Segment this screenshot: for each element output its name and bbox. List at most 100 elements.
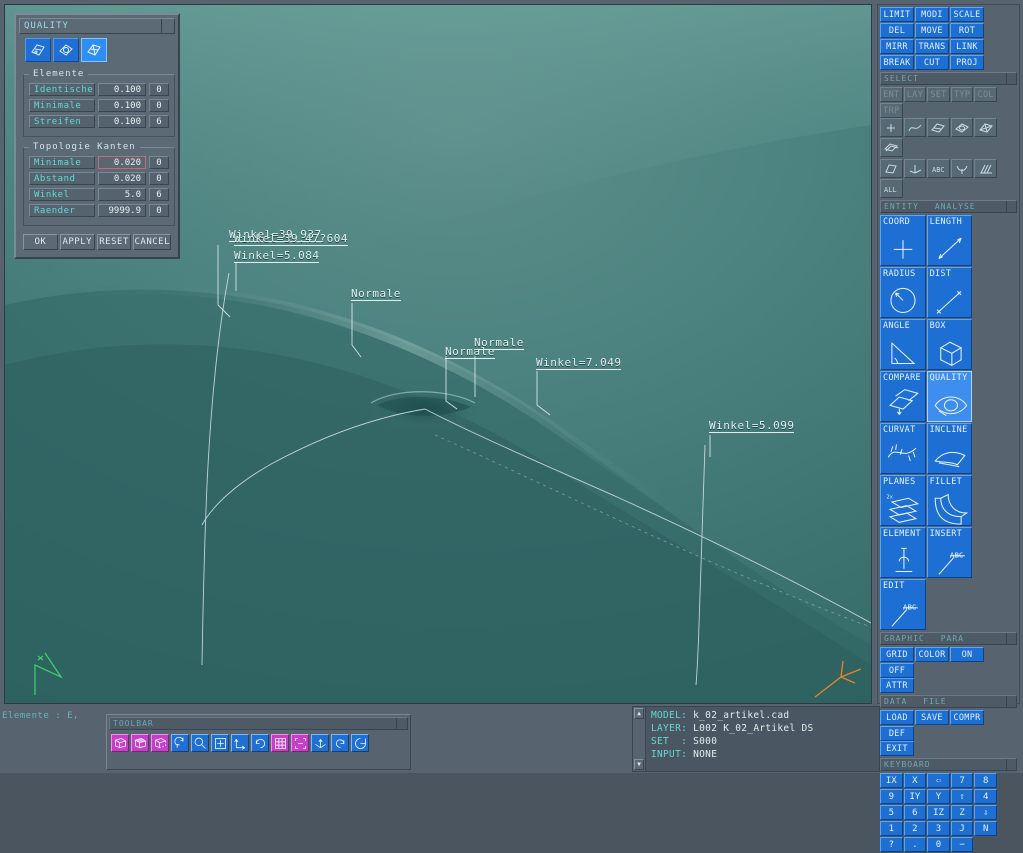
data-button-save[interactable]: SAVE <box>915 710 949 725</box>
analyse-tile-fillet[interactable]: FILLET <box>926 475 973 526</box>
select-button-typ[interactable]: TYP <box>950 87 974 102</box>
analyse-tile-insert[interactable]: INSERT ABC <box>926 527 973 578</box>
keypad-key-3[interactable]: 3 <box>927 821 950 836</box>
keypad-key-y[interactable]: Y <box>927 789 950 804</box>
topologie-value-input[interactable]: 0.020 <box>98 172 146 185</box>
quality-dialog[interactable]: QUALITY Elemente Identische 0.100 0 Minimal… <box>14 13 180 259</box>
right-command-panel[interactable]: LIMIT MODI SCALE DEL MOVE ROT MIRR TRANS LINK BRE… <box>877 4 1020 852</box>
transform-button-break[interactable]: BREAK <box>880 55 914 70</box>
transform-button-trans[interactable]: TRANS <box>915 39 949 54</box>
cancel-button[interactable]: CANCEL <box>133 234 171 250</box>
keypad-key-iz[interactable]: IZ <box>927 805 950 820</box>
quality-dialog-titlebar[interactable]: QUALITY <box>19 18 175 34</box>
transform-button-scale[interactable]: SCALE <box>950 7 984 22</box>
graphic-row-1[interactable]: GRID COLOR ON OFF <box>880 647 1017 678</box>
keypad-key-iy[interactable]: IY <box>903 789 927 804</box>
keypad-key-x[interactable]: − <box>950 837 974 852</box>
message-scrollbar[interactable]: ▲ ▼ <box>633 707 646 771</box>
data-row-2[interactable]: EXIT <box>880 741 1017 756</box>
pan-fit-icon[interactable] <box>211 734 229 752</box>
wireframe-box-icon[interactable] <box>111 734 129 752</box>
topologie-value-input[interactable]: 5.0 <box>98 188 146 201</box>
keypad-key-x[interactable]: X <box>903 773 927 788</box>
scroll-up-button[interactable]: ▲ <box>634 708 644 719</box>
transform-button-proj[interactable]: PROJ <box>950 55 984 70</box>
hidden-line-box-icon[interactable] <box>151 734 169 752</box>
dynamic-view-icon[interactable] <box>351 734 369 752</box>
quality-mode-buttons[interactable] <box>19 34 175 67</box>
ok-button[interactable]: OK <box>23 234 58 250</box>
analyse-tile-quality[interactable]: QUALITY <box>926 371 973 422</box>
analyse-tile-curvat[interactable]: CURVAT <box>880 423 926 474</box>
window-zoom-icon[interactable] <box>291 734 309 752</box>
transform-button-modi[interactable]: MODI <box>915 7 949 22</box>
mode-edges-icon[interactable] <box>81 38 107 62</box>
transform-button-rot[interactable]: ROT <box>950 23 984 38</box>
mode-faces-icon[interactable] <box>25 38 51 62</box>
dim-icon[interactable] <box>950 159 974 178</box>
abc-text-icon[interactable]: ABC <box>927 159 950 178</box>
analyse-tile-planes[interactable]: PLANES 2x <box>880 475 926 526</box>
toolbar-panel[interactable]: TOOLBAR <box>106 714 411 770</box>
graphic-button-color[interactable]: COLOR <box>915 647 949 662</box>
transform-button-grid[interactable]: LIMIT MODI SCALE DEL MOVE ROT MIRR TRANS LINK BRE… <box>880 7 1017 70</box>
select-button-row[interactable]: ENT LAY SET TYP COL TRP <box>880 87 1017 118</box>
hatch-icon[interactable] <box>974 159 997 178</box>
shell-icon[interactable] <box>880 138 903 157</box>
transform-button-link[interactable]: LINK <box>950 39 984 54</box>
analyse-tile-coord[interactable]: COORD <box>880 215 926 266</box>
elemente-value-input[interactable]: 0.100 <box>98 83 146 96</box>
analyse-tile-box[interactable]: BOX <box>926 319 973 370</box>
redraw-icon[interactable] <box>251 734 269 752</box>
keypad-key-x[interactable]: ⇦ <box>927 773 950 788</box>
axes-move-icon[interactable] <box>231 734 249 752</box>
quality-dialog-buttons[interactable]: OK APPLY RESET CANCEL <box>19 231 175 254</box>
keypad-key-2[interactable]: 2 <box>903 821 927 836</box>
grid-icon[interactable] <box>271 734 289 752</box>
toolbar-icon-row[interactable] <box>109 730 408 756</box>
toolbar-title-endbox[interactable] <box>396 718 407 729</box>
graphic-button-grid[interactable]: GRID <box>880 647 914 662</box>
graphic-button-off[interactable]: OFF <box>880 663 914 678</box>
keypad-key-j[interactable]: J <box>950 821 974 836</box>
surface-icon[interactable] <box>927 118 950 137</box>
dialog-menu-box[interactable] <box>161 19 174 33</box>
keypad-key-6[interactable]: 6 <box>903 805 927 820</box>
transform-button-del[interactable]: DEL <box>880 23 914 38</box>
keypad-key-9[interactable]: 9 <box>880 789 903 804</box>
keypad-key-0[interactable]: 0 <box>927 837 950 852</box>
scroll-down-button[interactable]: ▼ <box>634 759 644 770</box>
rotate-view-icon[interactable] <box>171 734 189 752</box>
axes-icon[interactable] <box>903 159 927 178</box>
keypad-key-4[interactable]: 4 <box>974 789 997 804</box>
spline-icon[interactable] <box>903 118 927 137</box>
analyse-tile-grid[interactable]: COORD LENGTH RADIUS DIST ANGLE BOX COMPARE QUAL… <box>880 215 1017 630</box>
isometric-axes-icon[interactable] <box>311 734 329 752</box>
select-button-ent[interactable]: ENT <box>880 87 903 102</box>
topologie-value-input[interactable]: 9999.9 <box>98 204 146 217</box>
select-icon-row-2[interactable]: ABC ALL <box>880 159 1017 198</box>
analyse-tile-radius[interactable]: RADIUS <box>880 267 926 318</box>
keypad-key-x[interactable]: ⇧ <box>950 789 974 804</box>
keypad-key-x[interactable]: ⇩ <box>974 805 997 820</box>
solid-icon[interactable] <box>974 118 997 137</box>
data-button-def[interactable]: DEF <box>880 726 914 741</box>
select-button-set[interactable]: SET <box>927 87 950 102</box>
undo-rotate-icon[interactable] <box>331 734 349 752</box>
analyse-tile-edit[interactable]: EDIT ABC <box>880 579 926 630</box>
graphic-button-attr[interactable]: ATTR <box>880 678 914 693</box>
keypad-key-ix[interactable]: IX <box>880 773 903 788</box>
keypad-key-x[interactable]: ? <box>880 837 903 852</box>
analyse-tile-angle[interactable]: ANGLE <box>880 319 926 370</box>
select-button-trp[interactable]: TRP <box>880 103 903 118</box>
shaded-box-icon[interactable] <box>131 734 149 752</box>
keypad-key-7[interactable]: 7 <box>950 773 974 788</box>
apply-button[interactable]: APPLY <box>59 234 95 250</box>
data-button-compr[interactable]: COMPR <box>950 710 984 725</box>
keypad-key-x[interactable]: . <box>903 837 927 852</box>
select-icon-row-1[interactable] <box>880 118 1017 157</box>
analyse-tile-incline[interactable]: INCLINE <box>926 423 973 474</box>
elemente-value-input[interactable]: 0.100 <box>98 115 146 128</box>
analyse-tile-dist[interactable]: DIST <box>926 267 973 318</box>
analyse-tile-element[interactable]: ELEMENT <box>880 527 926 578</box>
